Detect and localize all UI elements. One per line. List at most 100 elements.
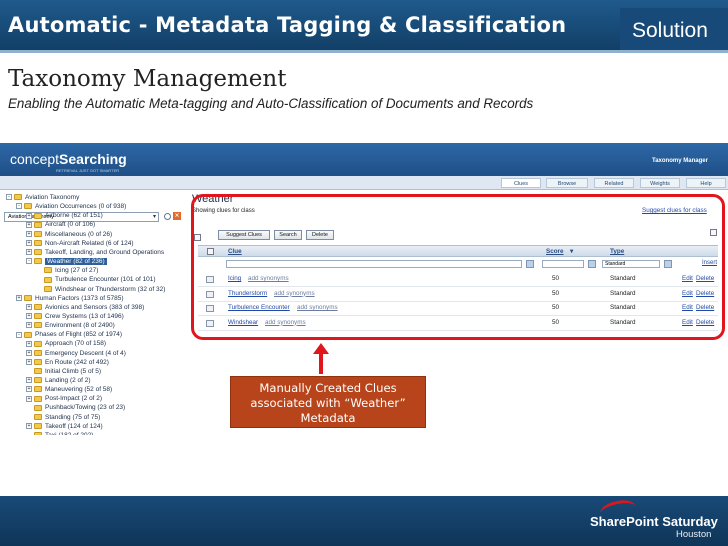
logo-text-b: Searching <box>59 151 127 167</box>
tree-node[interactable]: Standing (75 of 75) <box>26 413 100 422</box>
tab-related[interactable]: Related <box>594 178 634 188</box>
section-tag: Solution <box>620 8 728 50</box>
expand-icon[interactable]: + <box>26 423 32 430</box>
tree-node[interactable]: + Non-Aircraft Related (6 of 124) <box>26 239 134 248</box>
folder-icon <box>44 267 52 274</box>
tree-node[interactable]: Initial Climb (5 of 5) <box>26 367 101 376</box>
tree-node-label: Environment (8 of 2490) <box>45 322 115 330</box>
slide-subtitle: Taxonomy Management <box>8 66 287 92</box>
expand-icon[interactable]: + <box>26 386 32 393</box>
tree-node[interactable]: Taxi (182 of 202) <box>26 431 93 435</box>
tree-node[interactable]: + Aircraft (0 of 106) <box>26 220 95 229</box>
expand-icon[interactable]: + <box>26 395 32 402</box>
expand-icon[interactable]: + <box>26 230 32 237</box>
folder-icon <box>34 349 42 356</box>
tree-node[interactable]: + Miscellaneous (0 of 26) <box>26 230 112 239</box>
taxonomy-tree: - Aviation Taxonomy - Aviation Occurrences … <box>0 193 184 435</box>
tree-node-label: Initial Climb (5 of 5) <box>45 367 101 375</box>
tree-node-label: Post-Impact (2 of 2) <box>45 395 103 403</box>
slide-title: Automatic - Metadata Tagging & Classific… <box>8 13 567 37</box>
expand-icon[interactable]: + <box>26 304 32 311</box>
slide-title-bar: Automatic - Metadata Tagging & Classific… <box>0 0 728 50</box>
folder-icon <box>34 304 42 311</box>
tree-node[interactable]: + Human Factors (1373 of 5785) <box>16 294 124 303</box>
tree-node[interactable]: - Aviation Occurrences (0 of 938) <box>16 202 126 211</box>
tree-node[interactable]: - Weather (82 of 236) <box>26 257 107 266</box>
folder-icon <box>34 258 42 265</box>
folder-icon <box>34 313 42 320</box>
tab-clues[interactable]: Clues <box>501 178 541 188</box>
folder-icon <box>34 368 42 375</box>
tree-node[interactable]: + Takeoff (124 of 124) <box>26 422 103 431</box>
tree-node[interactable]: + Post-Impact (2 of 2) <box>26 394 102 403</box>
tree-node[interactable]: Turbulence Encounter (101 of 101) <box>36 275 156 284</box>
tree-node-label: Phases of Flight (852 of 1974) <box>35 331 123 339</box>
expand-icon[interactable]: + <box>26 221 32 228</box>
tab-browse[interactable]: Browse <box>546 178 588 188</box>
tree-node[interactable]: + Takeoff, Landing, and Ground Operations <box>26 248 164 257</box>
collapse-icon[interactable]: - <box>16 203 22 210</box>
collapse-icon[interactable]: - <box>26 258 32 265</box>
tree-node[interactable]: + Landing (2 of 2) <box>26 376 91 385</box>
tree-node[interactable]: + Approach (70 of 158) <box>26 339 106 348</box>
tree-node-label: Pushback/Towing (23 of 23) <box>45 404 126 412</box>
concept-searching-logo: conceptSearching <box>10 151 127 167</box>
tree-node-label: Maneuvering (52 of 58) <box>45 386 113 394</box>
tree-node[interactable]: + Airborne (62 of 151) <box>26 211 103 220</box>
folder-icon <box>34 322 42 329</box>
tree-node[interactable]: + Crew Systems (13 of 1496) <box>26 312 124 321</box>
tree-node[interactable]: + Maneuvering (52 of 58) <box>26 385 112 394</box>
tree-node-label: Miscellaneous (0 of 26) <box>45 230 113 238</box>
expand-icon[interactable]: + <box>26 377 32 384</box>
folder-icon <box>34 377 42 384</box>
expand-icon[interactable]: + <box>26 313 32 320</box>
tree-node[interactable]: - Aviation Taxonomy <box>6 193 79 202</box>
folder-icon <box>44 276 52 283</box>
folder-icon <box>34 358 42 365</box>
folder-icon <box>24 203 32 210</box>
expand-icon[interactable]: + <box>16 294 22 301</box>
tab-weights[interactable]: Weights <box>640 178 680 188</box>
product-title: Taxonomy Manager <box>652 158 708 164</box>
tab-help[interactable]: Help <box>686 178 726 188</box>
tree-node[interactable]: + En Route (242 of 492) <box>26 358 109 367</box>
tree-node-label: Takeoff, Landing, and Ground Operations <box>45 248 165 256</box>
collapse-icon[interactable]: - <box>16 331 22 338</box>
logo-tagline: RETRIEVAL JUST GOT SMARTER <box>56 168 120 173</box>
folder-icon <box>34 386 42 393</box>
tree-node-label: Turbulence Encounter (101 of 101) <box>55 276 156 284</box>
folder-icon <box>44 285 52 292</box>
tree-node[interactable]: - Phases of Flight (852 of 1974) <box>16 330 122 339</box>
expand-icon[interactable]: + <box>26 340 32 347</box>
expand-icon[interactable]: + <box>26 212 32 219</box>
folder-icon <box>14 194 22 201</box>
tree-node-label: Weather (82 of 236) <box>45 258 107 266</box>
tree-node[interactable]: Windshear or Thunderstorm (32 of 32) <box>36 285 165 294</box>
tree-node[interactable]: + Emergency Descent (4 of 4) <box>26 349 126 358</box>
tree-node-label: Aviation Taxonomy <box>25 194 80 201</box>
expand-icon[interactable]: + <box>26 322 32 329</box>
collapse-icon[interactable]: - <box>6 194 12 201</box>
logo-text-a: concept <box>10 151 60 167</box>
slide-tagline: Enabling the Automatic Meta-tagging and … <box>8 96 534 111</box>
tree-node[interactable]: + Environment (8 of 2490) <box>26 321 115 330</box>
tree-node-label: Approach (70 of 158) <box>45 340 107 348</box>
tree-node-label: Emergency Descent (4 of 4) <box>45 349 126 357</box>
tree-node-label: En Route (242 of 492) <box>45 358 109 366</box>
expand-icon[interactable]: + <box>26 358 32 365</box>
tree-node[interactable]: + Avionics and Sensors (383 of 398) <box>26 303 144 312</box>
tree-node-label: Standing (75 of 75) <box>45 413 101 421</box>
tree-node-label: Human Factors (1373 of 5785) <box>35 294 124 302</box>
expand-icon[interactable]: + <box>26 240 32 247</box>
tree-node[interactable]: Pushback/Towing (23 of 23) <box>26 403 125 412</box>
tree-node-label: Icing (27 of 27) <box>55 267 99 275</box>
folder-icon <box>34 221 42 228</box>
callout-box: Manually Created Clues associated with “… <box>230 376 426 428</box>
tree-node-label: Taxi (182 of 202) <box>45 432 93 435</box>
folder-icon <box>34 432 42 435</box>
tree-node-label: Airborne (62 of 151) <box>45 212 103 220</box>
tree-node[interactable]: Icing (27 of 27) <box>36 266 98 275</box>
expand-icon[interactable]: + <box>26 249 32 256</box>
folder-icon <box>34 230 42 237</box>
expand-icon[interactable]: + <box>26 349 32 356</box>
